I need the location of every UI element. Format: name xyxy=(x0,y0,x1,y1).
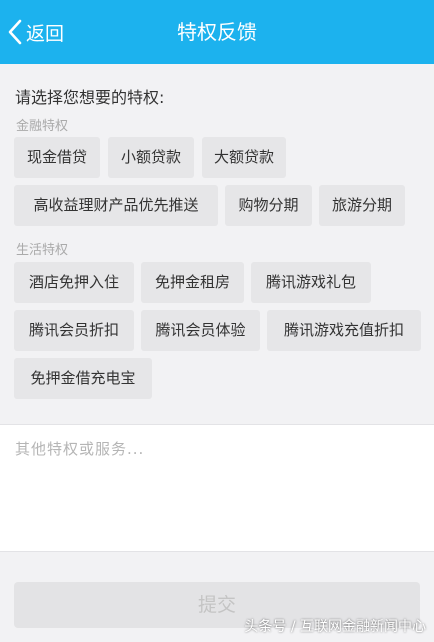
section-label-life: 生活特权 xyxy=(16,243,69,258)
section-label-finance: 金融特权 xyxy=(16,119,69,134)
chip-small-loan[interactable]: 小额贷款 xyxy=(108,137,194,178)
chip-large-loan[interactable]: 大额贷款 xyxy=(202,137,286,178)
back-button[interactable]: 返回 xyxy=(8,16,64,48)
other-request-box xyxy=(0,424,434,552)
chip-deposit-free-rent[interactable]: 免押金租房 xyxy=(141,262,244,303)
chip-travel-installment[interactable]: 旅游分期 xyxy=(319,185,405,226)
chip-cash-loan[interactable]: 现金借贷 xyxy=(14,137,100,178)
chip-member-trial[interactable]: 腾讯会员体验 xyxy=(141,310,260,351)
chip-powerbank-deposit-free[interactable]: 免押金借充电宝 xyxy=(14,358,152,399)
header-bar: 返回 特权反馈 xyxy=(0,0,434,64)
page-title: 特权反馈 xyxy=(177,20,257,44)
chip-member-discount[interactable]: 腾讯会员折扣 xyxy=(14,310,134,351)
selection-prompt: 请选择您想要的特权: xyxy=(15,88,165,107)
chevron-left-icon xyxy=(8,19,22,45)
watermark: 头条号 / 互联网金融新闻中心 xyxy=(244,619,426,635)
chip-game-recharge-discount[interactable]: 腾讯游戏充值折扣 xyxy=(267,310,421,351)
chip-game-gift[interactable]: 腾讯游戏礼包 xyxy=(251,262,371,303)
chip-hotel-deposit-free[interactable]: 酒店免押入住 xyxy=(14,262,134,303)
other-request-input[interactable] xyxy=(0,425,434,551)
back-label: 返回 xyxy=(26,22,65,45)
chip-wealth-push[interactable]: 高收益理财产品优先推送 xyxy=(14,185,218,226)
chip-shopping-installment[interactable]: 购物分期 xyxy=(225,185,312,226)
